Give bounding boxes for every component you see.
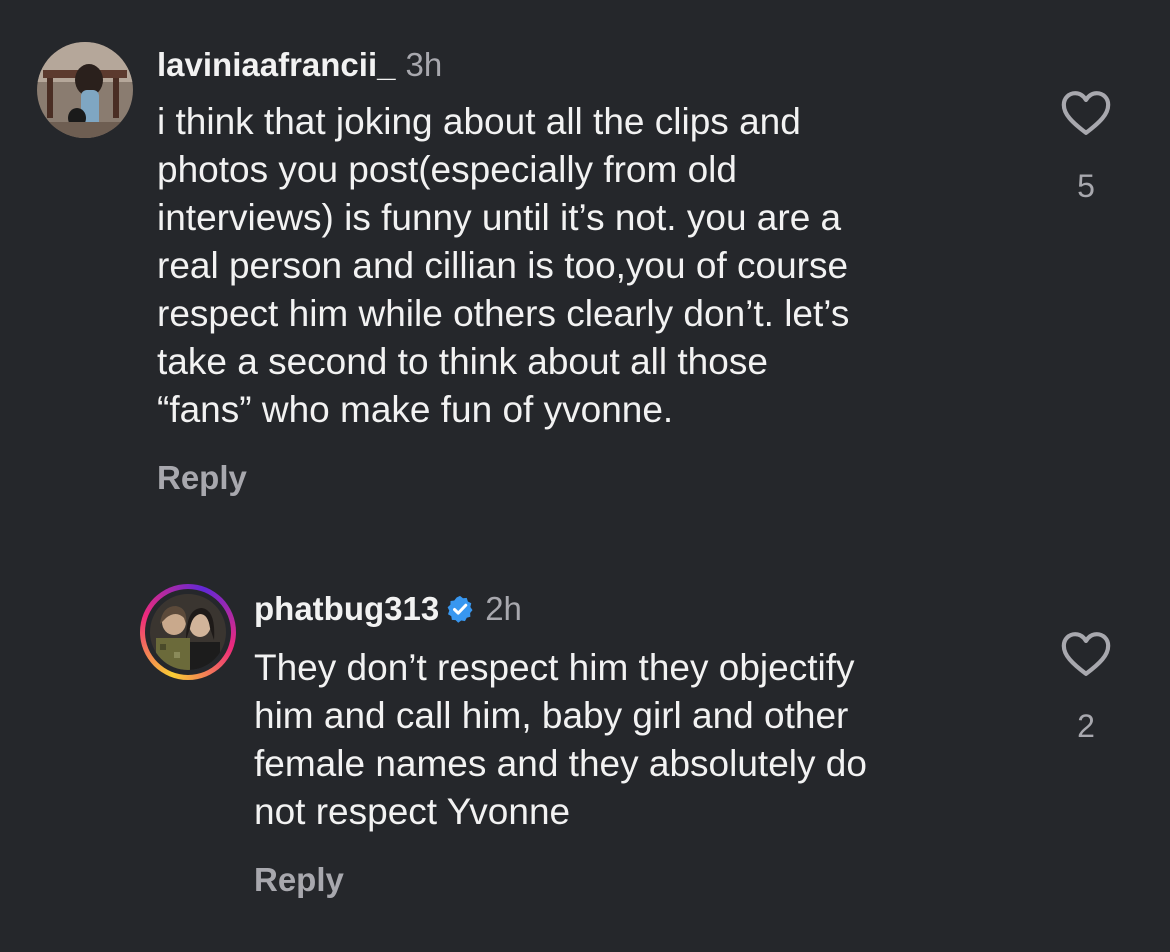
like-count: 5 [1077,168,1095,204]
comment-line: “fans” who make fun of yvonne. [157,389,674,430]
username[interactable]: phatbug313 [254,590,439,627]
comment-line: interviews) is funny until it’s not. you… [157,197,842,238]
reply-comment-item: phatbug313 2h They don’t respect him the… [0,560,1170,940]
timestamp: 2h [485,590,522,627]
heart-outline-icon[interactable] [1058,626,1114,682]
comment-body: i think that joking about all the clips … [157,98,849,434]
comment-line: respect him while others clearly don’t. … [157,293,850,334]
reply-button[interactable]: Reply [157,459,247,497]
comment-author[interactable]: laviniaafrancii_ 3h [157,46,442,84]
comment-line: photos you post(especially from old [157,149,737,190]
like-count: 2 [1077,708,1095,744]
comment-body: They don’t respect him they objectify hi… [254,644,867,836]
reply-button[interactable]: Reply [254,861,344,899]
comment-item: laviniaafrancii_ 3h i think that joking a… [0,0,1170,520]
comment-line: They don’t respect him they objectify [254,647,855,688]
username[interactable]: laviniaafrancii_ [157,46,395,83]
avatar[interactable] [37,42,133,138]
comment-line: him and call him, baby girl and other [254,695,849,736]
avatar [150,594,226,670]
comment-line: female names and they absolutely do [254,743,867,784]
comment-author[interactable]: phatbug313 2h [254,590,522,628]
verified-badge-icon [447,595,473,623]
comment-line: real person and cillian is too,you of co… [157,245,849,286]
timestamp: 3h [405,46,443,83]
comment-line: i think that joking about all the clips … [157,101,801,142]
comment-line: not respect Yvonne [254,791,571,832]
avatar-story-ring[interactable] [140,584,236,680]
heart-outline-icon[interactable] [1058,85,1114,141]
comment-line: take a second to think about all those [157,341,768,382]
